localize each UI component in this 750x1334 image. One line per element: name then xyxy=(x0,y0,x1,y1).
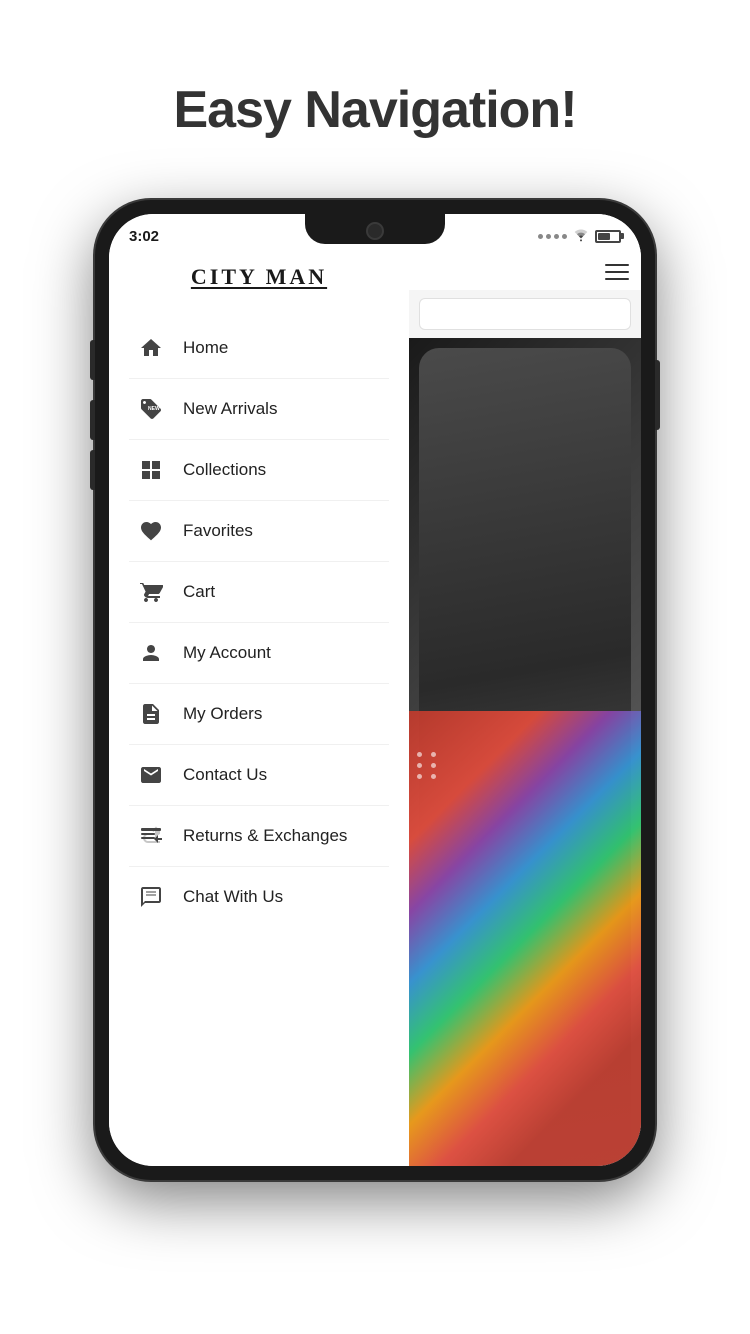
page-title: Easy Navigation! xyxy=(173,80,576,140)
main-content-panel xyxy=(409,214,641,1166)
menu-item-orders[interactable]: My Orders xyxy=(129,684,389,745)
menu-item-cart[interactable]: Cart xyxy=(129,562,389,623)
product-image xyxy=(409,338,641,1166)
menu-label-new-arrivals: New Arrivals xyxy=(183,399,277,419)
drawer-panel: CITY MAN Home NEW New Arrivals xyxy=(109,214,409,1166)
menu-label-chat: Chat With Us xyxy=(183,887,283,907)
menu-item-chat[interactable]: Chat With Us xyxy=(129,867,389,927)
grid-icon xyxy=(137,456,165,484)
returns-icon xyxy=(137,822,165,850)
cart-icon xyxy=(137,578,165,606)
menu-label-collections: Collections xyxy=(183,460,266,480)
orders-icon xyxy=(137,700,165,728)
menu-item-returns[interactable]: Returns & Exchanges xyxy=(129,806,389,867)
status-icons xyxy=(538,224,621,245)
chat-icon xyxy=(137,883,165,911)
hamburger-button[interactable] xyxy=(605,264,629,280)
wifi-icon xyxy=(573,228,589,245)
contact-icon xyxy=(137,761,165,789)
dots-pattern xyxy=(409,752,439,779)
battery-icon xyxy=(595,230,621,243)
menu-label-contact: Contact Us xyxy=(183,765,267,785)
drawer-logo: CITY MAN xyxy=(109,264,409,290)
signal-icon xyxy=(538,234,567,239)
graffiti-visual xyxy=(409,711,641,1166)
menu-item-account[interactable]: My Account xyxy=(129,623,389,684)
notch xyxy=(305,214,445,244)
menu-label-favorites: Favorites xyxy=(183,521,253,541)
menu-item-home[interactable]: Home xyxy=(129,318,389,379)
menu-label-account: My Account xyxy=(183,643,271,663)
drawer-menu: Home NEW New Arrivals Collections xyxy=(109,318,409,927)
new-tag-icon: NEW xyxy=(137,395,165,423)
phone-mockup: 3:02 xyxy=(95,200,655,1180)
account-icon xyxy=(137,639,165,667)
menu-label-orders: My Orders xyxy=(183,704,262,724)
svg-text:NEW: NEW xyxy=(148,406,160,412)
search-bar[interactable] xyxy=(419,298,631,330)
menu-item-contact[interactable]: Contact Us xyxy=(129,745,389,806)
menu-label-home: Home xyxy=(183,338,228,358)
menu-item-favorites[interactable]: Favorites xyxy=(129,501,389,562)
brand-logo-text: CITY MAN xyxy=(191,264,327,289)
phone-screen: 3:02 xyxy=(109,214,641,1166)
heart-icon xyxy=(137,517,165,545)
menu-item-collections[interactable]: Collections xyxy=(129,440,389,501)
status-time: 3:02 xyxy=(129,224,159,245)
menu-label-cart: Cart xyxy=(183,582,215,602)
camera-notch xyxy=(366,222,384,240)
home-icon xyxy=(137,334,165,362)
menu-item-new-arrivals[interactable]: NEW New Arrivals xyxy=(129,379,389,440)
menu-label-returns: Returns & Exchanges xyxy=(183,826,347,846)
product-image-area xyxy=(409,338,641,1166)
